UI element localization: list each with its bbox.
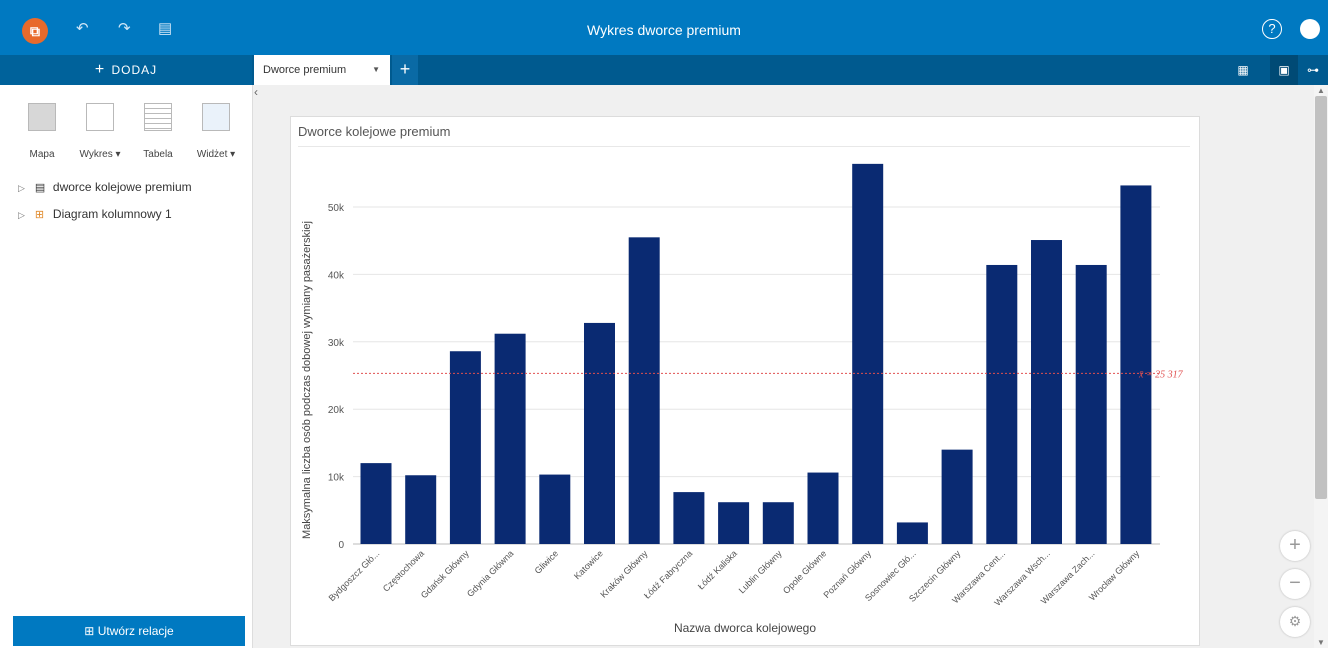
bar xyxy=(673,492,705,544)
x-tick-label: Gliwice xyxy=(533,548,561,576)
bar xyxy=(539,474,571,544)
y-tick-label: 40k xyxy=(328,270,345,281)
settings-gear-icon[interactable]: ⚙ xyxy=(1280,607,1310,637)
y-tick-label: 10k xyxy=(328,473,345,484)
x-tick-label: Gdańsk Główny xyxy=(419,548,471,600)
x-tick-label: Łódź Kaliska xyxy=(696,548,739,591)
scrollbar-thumb[interactable] xyxy=(1315,96,1327,499)
bar xyxy=(628,237,660,544)
bar xyxy=(807,472,839,544)
scroll-up-icon[interactable]: ▲ xyxy=(1315,86,1327,96)
x-tick-label: Katowice xyxy=(572,548,605,581)
y-tick-label: 30k xyxy=(328,338,345,349)
bar xyxy=(762,502,794,544)
bar xyxy=(1120,185,1152,544)
bar xyxy=(405,475,437,544)
bar xyxy=(449,351,481,544)
bar xyxy=(360,463,392,544)
x-axis-label: Nazwa dworca kolejowego xyxy=(674,621,816,635)
bar-chart: 0 10k 20k 30k 40k 50k Maksymalna liczba osób p… xyxy=(301,163,1184,635)
y-tick-label: 50k xyxy=(328,203,345,214)
bar xyxy=(494,333,526,544)
x-tick-label: Kraków Główny xyxy=(598,548,650,600)
mean-label: x̄ = 25 317 xyxy=(1138,369,1184,380)
bar xyxy=(941,449,973,544)
bar xyxy=(584,322,615,544)
bar xyxy=(986,264,1018,544)
x-tick-label: Łódź Fabryczna xyxy=(642,548,694,600)
x-tick-label: Bydgoszcz Głó... xyxy=(327,548,382,603)
y-tick-label: 20k xyxy=(328,405,345,416)
bar xyxy=(896,522,928,544)
y-tick-label: 0 xyxy=(338,540,344,551)
x-tick-label: Gdynia Główna xyxy=(465,548,516,599)
x-tick-label: Częstochowa xyxy=(381,548,426,593)
bar xyxy=(1075,264,1107,544)
x-tick-label: Lublin Główny xyxy=(737,548,784,595)
bar xyxy=(852,163,884,544)
x-tick-label: Opole Główne xyxy=(781,548,828,595)
scroll-down-icon[interactable]: ▼ xyxy=(1315,638,1327,648)
zoom-in-button[interactable]: + xyxy=(1280,531,1310,561)
bar xyxy=(1031,240,1062,544)
bar xyxy=(718,502,750,544)
y-axis-label: Maksymalna liczba osób podczas dobowej w… xyxy=(301,221,313,539)
zoom-out-button[interactable]: − xyxy=(1280,569,1310,599)
